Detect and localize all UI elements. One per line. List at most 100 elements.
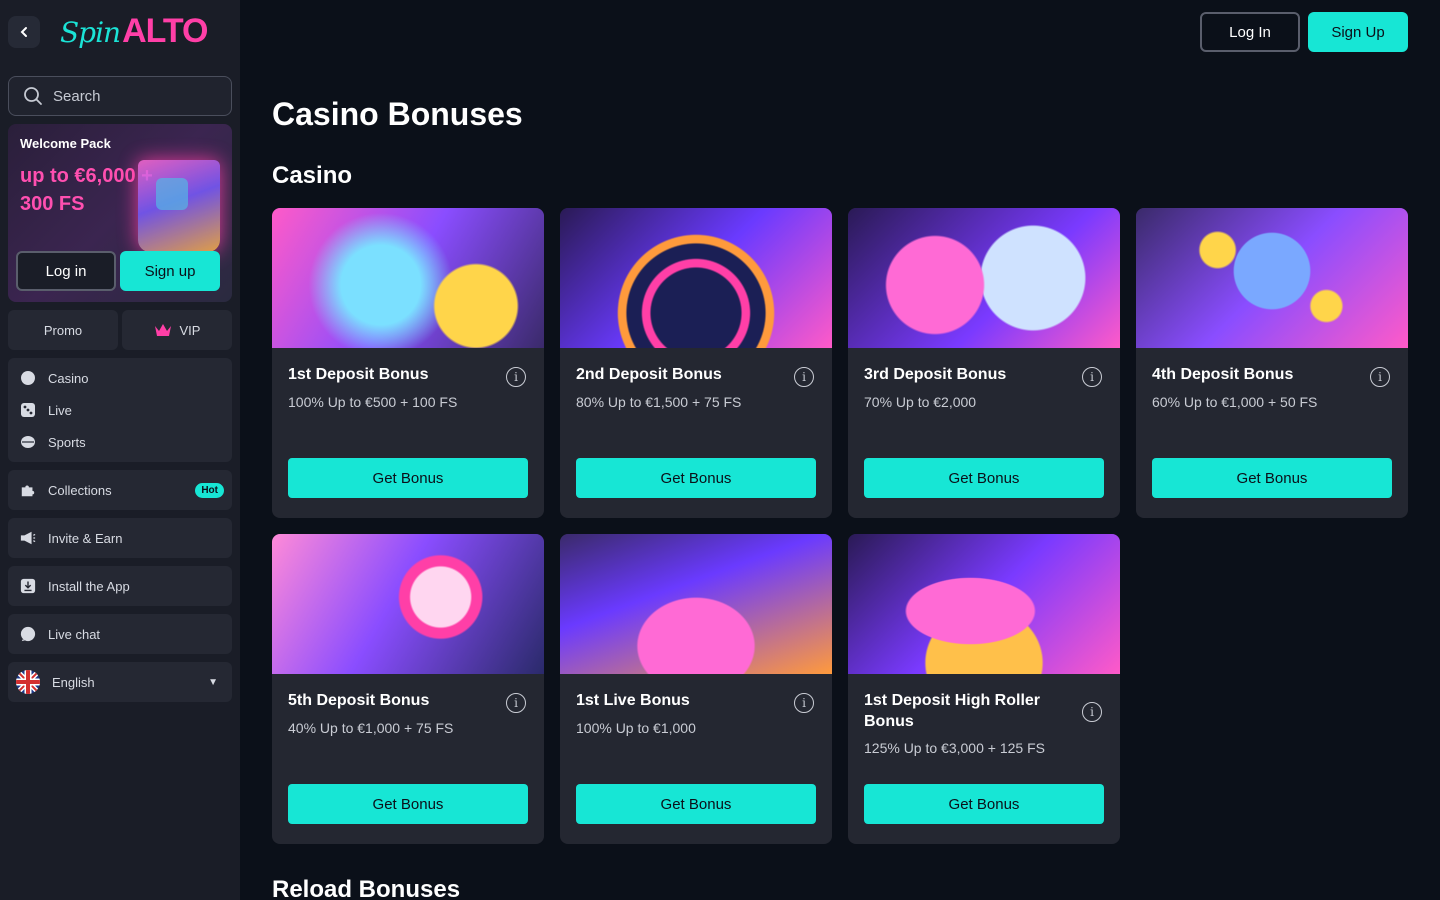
uk-flag-icon [16,670,40,694]
chat-icon [20,626,36,642]
bonus-title: 1st Live Bonus [576,692,690,709]
sidebar-item-label: Live [48,402,72,418]
get-bonus-button[interactable]: Get Bonus [288,784,528,824]
welcome-title: Welcome Pack [20,136,111,151]
bonus-card: 2nd Deposit Bonus i 80% Up to €1,500 + 7… [560,208,832,518]
info-icon[interactable]: i [794,367,814,387]
get-bonus-button[interactable]: Get Bonus [1152,458,1392,498]
collections-nav: Collections Hot [8,470,232,510]
promo-vip-tabs: Promo VIP [8,310,232,350]
welcome-glass-image [138,160,220,252]
dice-icon [20,402,36,418]
get-bonus-button[interactable]: Get Bonus [576,458,816,498]
info-icon[interactable]: i [506,693,526,713]
header-signup-button[interactable]: Sign Up [1308,12,1408,52]
bonus-desc: 100% Up to €1,000 [576,720,696,736]
bonus-title: 3rd Deposit Bonus [864,366,1007,383]
sidebar-item-invite[interactable]: Invite & Earn [8,522,232,554]
sidebar-item-label: Sports [48,434,86,450]
bonus-card: 5th Deposit Bonus i 40% Up to €1,000 + 7… [272,534,544,844]
sidebar-item-label: Install the App [48,578,130,594]
get-bonus-button[interactable]: Get Bonus [864,458,1104,498]
chip-icon [20,370,36,386]
crown-icon [154,324,171,336]
bonus-card: 3rd Deposit Bonus i 70% Up to €2,000 Get… [848,208,1120,518]
bonus-desc: 80% Up to €1,500 + 75 FS [576,394,742,410]
info-icon[interactable]: i [1082,367,1102,387]
bonus-desc: 40% Up to €1,000 + 75 FS [288,720,454,736]
section-title-reload: Reload Bonuses [272,876,461,900]
get-bonus-button[interactable]: Get Bonus [864,784,1104,824]
bonus-image [272,534,544,674]
promo-tab[interactable]: Promo [8,310,118,350]
page-title: Casino Bonuses [272,96,523,132]
bonus-title: 4th Deposit Bonus [1152,366,1294,383]
bonus-title: 5th Deposit Bonus [288,692,430,709]
get-bonus-button[interactable]: Get Bonus [288,458,528,498]
bonus-card: 1st Live Bonus i 100% Up to €1,000 Get B… [560,534,832,844]
logo-alto: ALTO [122,12,208,50]
bonus-desc: 125% Up to €3,000 + 125 FS [864,740,1045,756]
main-content: Log In Sign Up Casino Bonuses Casino 1st… [240,0,1440,900]
vip-label: VIP [179,322,201,338]
sidebar-item-label: Invite & Earn [48,530,123,546]
bonus-card: 4th Deposit Bonus i 60% Up to €1,000 + 5… [1136,208,1408,518]
info-icon[interactable]: i [1370,367,1390,387]
bonus-image [272,208,544,348]
language-label: English [52,674,95,690]
livechat-nav: Live chat [8,614,232,654]
bonus-card: 1st Deposit Bonus i 100% Up to €500 + 10… [272,208,544,518]
sidebar-item-casino[interactable]: Casino [8,362,232,394]
search-input[interactable] [53,87,213,105]
bonus-image [848,208,1120,348]
bonus-title: 1st Deposit High Roller Bonus [864,692,1041,730]
welcome-login-button[interactable]: Log in [16,251,116,291]
download-icon [20,578,36,594]
header-login-button[interactable]: Log In [1200,12,1300,52]
vip-tab[interactable]: VIP [122,310,232,350]
logo[interactable]: Spin ALTO [60,12,209,52]
search-box[interactable] [8,76,232,116]
sidebar-item-label: Live chat [48,626,101,642]
bonus-image [1136,208,1408,348]
logo-spin: Spin [60,16,121,49]
info-icon[interactable]: i [506,367,526,387]
puzzle-icon [20,482,36,498]
sidebar-item-install[interactable]: Install the App [8,570,232,602]
language-selector[interactable]: English ▼ [8,662,232,702]
hot-badge: Hot [195,482,224,498]
ball-icon [20,434,36,450]
sidebar-item-sports[interactable]: Sports [8,426,232,458]
bonus-image [848,534,1120,674]
welcome-pack-banner[interactable]: Welcome Pack up to €6,000 + 300 FS Log i… [8,124,232,302]
bonus-title: 1st Deposit Bonus [288,366,429,383]
install-nav: Install the App [8,566,232,606]
info-icon[interactable]: i [1082,702,1102,722]
sidebar-item-collections[interactable]: Collections Hot [8,474,232,506]
search-icon [24,87,42,105]
games-nav-group: Casino Live Sports [8,358,232,462]
sidebar-item-label: Casino [48,370,89,386]
collapse-sidebar-button[interactable] [8,16,40,48]
sidebar-item-live[interactable]: Live [8,394,232,426]
sidebar: Spin ALTO Welcome Pack up to €6,000 + 30… [0,0,240,900]
bonus-desc: 100% Up to €500 + 100 FS [288,394,458,410]
bonus-image [560,534,832,674]
bonus-title: 2nd Deposit Bonus [576,366,722,383]
bonus-image [560,208,832,348]
get-bonus-button[interactable]: Get Bonus [576,784,816,824]
chevron-left-icon [20,27,27,37]
bonus-card: 1st Deposit High Roller Bonus i 125% Up … [848,534,1120,844]
info-icon[interactable]: i [794,693,814,713]
bonus-desc: 60% Up to €1,000 + 50 FS [1152,394,1318,410]
megaphone-icon [20,530,36,546]
bonus-desc: 70% Up to €2,000 [864,394,977,410]
section-title-casino: Casino [272,162,353,189]
invite-nav: Invite & Earn [8,518,232,558]
promo-label: Promo [43,322,83,338]
caret-down-icon: ▼ [208,676,218,688]
language-select[interactable]: English ▼ [8,666,232,698]
welcome-signup-button[interactable]: Sign up [120,251,220,291]
sidebar-item-livechat[interactable]: Live chat [8,618,232,650]
sidebar-item-label: Collections [48,482,112,498]
